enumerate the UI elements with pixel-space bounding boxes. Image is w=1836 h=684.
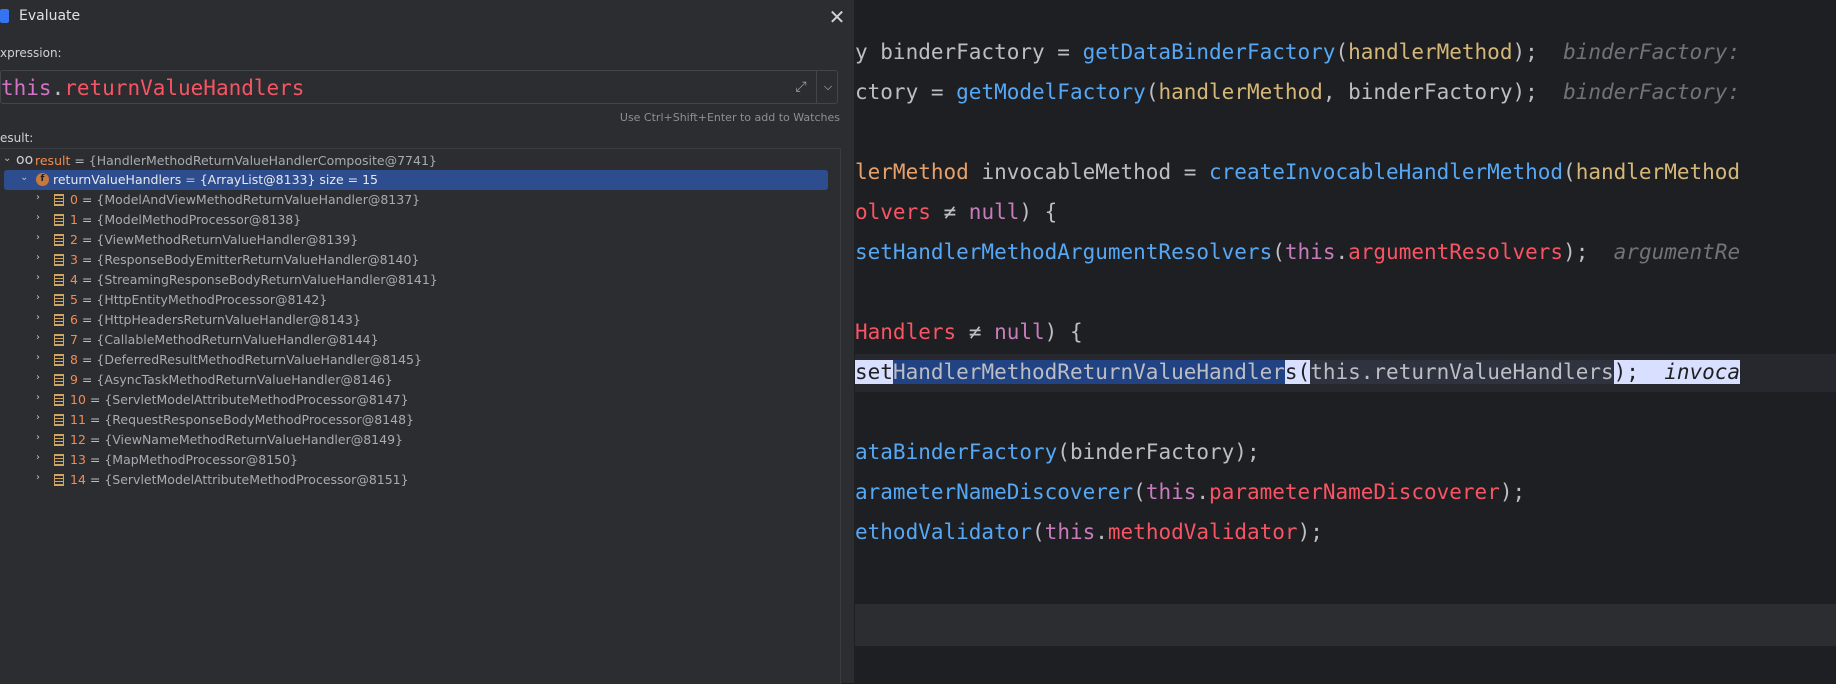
code-line-2[interactable]: ctory = getModelFactory(handlerMethod, b… — [855, 80, 1740, 110]
list-item-icon — [54, 474, 64, 486]
tree-row-result[interactable]: ⌄ oo result = {HandlerMethodReturnValueH… — [0, 151, 830, 171]
tree-row[interactable]: › 7 = {CallableMethodReturnValueHandler@8… — [0, 330, 830, 350]
code-line-5[interactable]: setHandlerMethodArgumentResolvers(this.a… — [855, 240, 1740, 270]
result-tree[interactable]: ⌄ oo result = {HandlerMethodReturnValueH… — [0, 148, 841, 684]
code-line-3[interactable]: lerMethod invocableMethod = createInvoca… — [855, 160, 1740, 190]
list-item-icon — [54, 394, 64, 406]
code-line-7[interactable]: setHandlerMethodReturnValueHandlers(this… — [855, 360, 1741, 390]
chevron-right-icon[interactable]: › — [36, 452, 48, 463]
chevron-right-icon[interactable]: › — [36, 392, 48, 403]
chevron-down-icon[interactable]: ⌄ — [3, 153, 15, 164]
chevron-right-icon[interactable]: › — [36, 252, 48, 263]
list-item-icon — [54, 254, 64, 266]
list-item-icon — [54, 314, 64, 326]
chevron-right-icon[interactable]: › — [36, 312, 48, 323]
code-line-9[interactable]: arameterNameDiscoverer(this.parameterNam… — [855, 480, 1525, 510]
list-item-icon — [54, 434, 64, 446]
code-line-10[interactable]: ethodValidator(this.methodValidator); — [855, 520, 1323, 550]
chevron-right-icon[interactable]: › — [36, 372, 48, 383]
expression-input[interactable]: this.returnValueHandlers ⤢ ⌵ — [0, 70, 838, 104]
code-editor[interactable]: y binderFactory = getDataBinderFactory(h… — [855, 0, 1836, 683]
app-icon — [0, 9, 9, 23]
evaluate-dialog: Evaluate ✕ xpression: this.returnValueHa… — [0, 0, 855, 684]
inlay-hint: binderFactory: — [1563, 80, 1741, 104]
tree-row[interactable]: › 10 = {ServletModelAttributeMethodProces… — [0, 390, 830, 410]
tree-row-returnValueHandlers[interactable]: ⌄ f returnValueHandlers = {ArrayList@813… — [4, 170, 828, 190]
chevron-right-icon[interactable]: › — [36, 232, 48, 243]
list-item-icon — [54, 414, 64, 426]
list-item-icon — [54, 294, 64, 306]
tree-row[interactable]: › 8 = {DeferredResultMethodReturnValueHan… — [0, 350, 830, 370]
tree-row[interactable]: › 13 = {MapMethodProcessor@8150} — [0, 450, 830, 470]
list-item-icon — [54, 334, 64, 346]
dialog-title: Evaluate — [19, 8, 81, 24]
list-item-icon — [54, 214, 64, 226]
chevron-down-icon[interactable]: ⌵ — [816, 71, 839, 103]
inlay-hint: argumentRe — [1613, 240, 1741, 264]
code-line-1[interactable]: y binderFactory = getDataBinderFactory(h… — [855, 40, 1753, 70]
field-icon: f — [36, 173, 49, 186]
tree-row[interactable]: › 14 = {ServletModelAttributeMethodProces… — [0, 470, 830, 490]
list-item-icon — [54, 354, 64, 366]
expand-icon[interactable]: ⤢ — [791, 77, 811, 97]
code-line-6[interactable]: Handlers ≠ null) { — [855, 320, 1083, 350]
tree-row[interactable]: › 5 = {HttpEntityMethodProcessor@8142} — [0, 290, 830, 310]
inlay-hint: binderFactory: — [1563, 40, 1753, 64]
list-item-icon — [54, 194, 64, 206]
expression-text[interactable]: this.returnValueHandlers — [1, 76, 304, 100]
list-item-icon — [54, 454, 64, 466]
code-line-4[interactable]: olvers ≠ null) { — [855, 200, 1057, 230]
tree-row[interactable]: › 0 = {ModelAndViewMethodReturnValueHandl… — [0, 190, 830, 210]
tree-row[interactable]: › 12 = {ViewNameMethodReturnValueHandler@… — [0, 430, 830, 450]
editor-bottom-bar — [855, 604, 1836, 646]
chevron-right-icon[interactable]: › — [36, 352, 48, 363]
list-item-icon — [54, 234, 64, 246]
tree-row[interactable]: › 3 = {ResponseBodyEmitterReturnValueHand… — [0, 250, 830, 270]
watch-glasses-icon: oo — [16, 152, 34, 168]
chevron-right-icon[interactable]: › — [36, 412, 48, 423]
close-icon[interactable]: ✕ — [826, 6, 848, 28]
dialog-titlebar: Evaluate ✕ — [0, 0, 854, 33]
tree-row[interactable]: › 6 = {HttpHeadersReturnValueHandler@8143… — [0, 310, 830, 330]
inlay-hint: invoca — [1664, 360, 1741, 384]
watches-hint: Use Ctrl+Shift+Enter to add to Watches — [619, 111, 840, 124]
tree-row[interactable]: › 1 = {ModelMethodProcessor@8138} — [0, 210, 830, 230]
chevron-right-icon[interactable]: › — [36, 432, 48, 443]
tree-row[interactable]: › 4 = {StreamingResponseBodyReturnValueHa… — [0, 270, 830, 290]
result-label: esult: — [0, 131, 34, 145]
chevron-right-icon[interactable]: › — [36, 272, 48, 283]
expression-label: xpression: — [0, 46, 62, 60]
chevron-right-icon[interactable]: › — [36, 472, 48, 483]
tree-row[interactable]: › 9 = {AsyncTaskMethodReturnValueHandler@… — [0, 370, 830, 390]
chevron-right-icon[interactable]: › — [36, 332, 48, 343]
tree-row[interactable]: › 2 = {ViewMethodReturnValueHandler@8139} — [0, 230, 830, 250]
chevron-right-icon[interactable]: › — [36, 192, 48, 203]
list-item-icon — [54, 274, 64, 286]
selected-text[interactable]: HandlerMethodReturnValueHandler — [892, 360, 1285, 384]
chevron-right-icon[interactable]: › — [36, 292, 48, 303]
chevron-down-icon[interactable]: ⌄ — [20, 172, 32, 183]
tree-row[interactable]: › 11 = {RequestResponseBodyMethodProcesso… — [0, 410, 830, 430]
list-item-icon — [54, 374, 64, 386]
code-line-8[interactable]: ataBinderFactory(binderFactory); — [855, 440, 1260, 470]
chevron-right-icon[interactable]: › — [36, 212, 48, 223]
